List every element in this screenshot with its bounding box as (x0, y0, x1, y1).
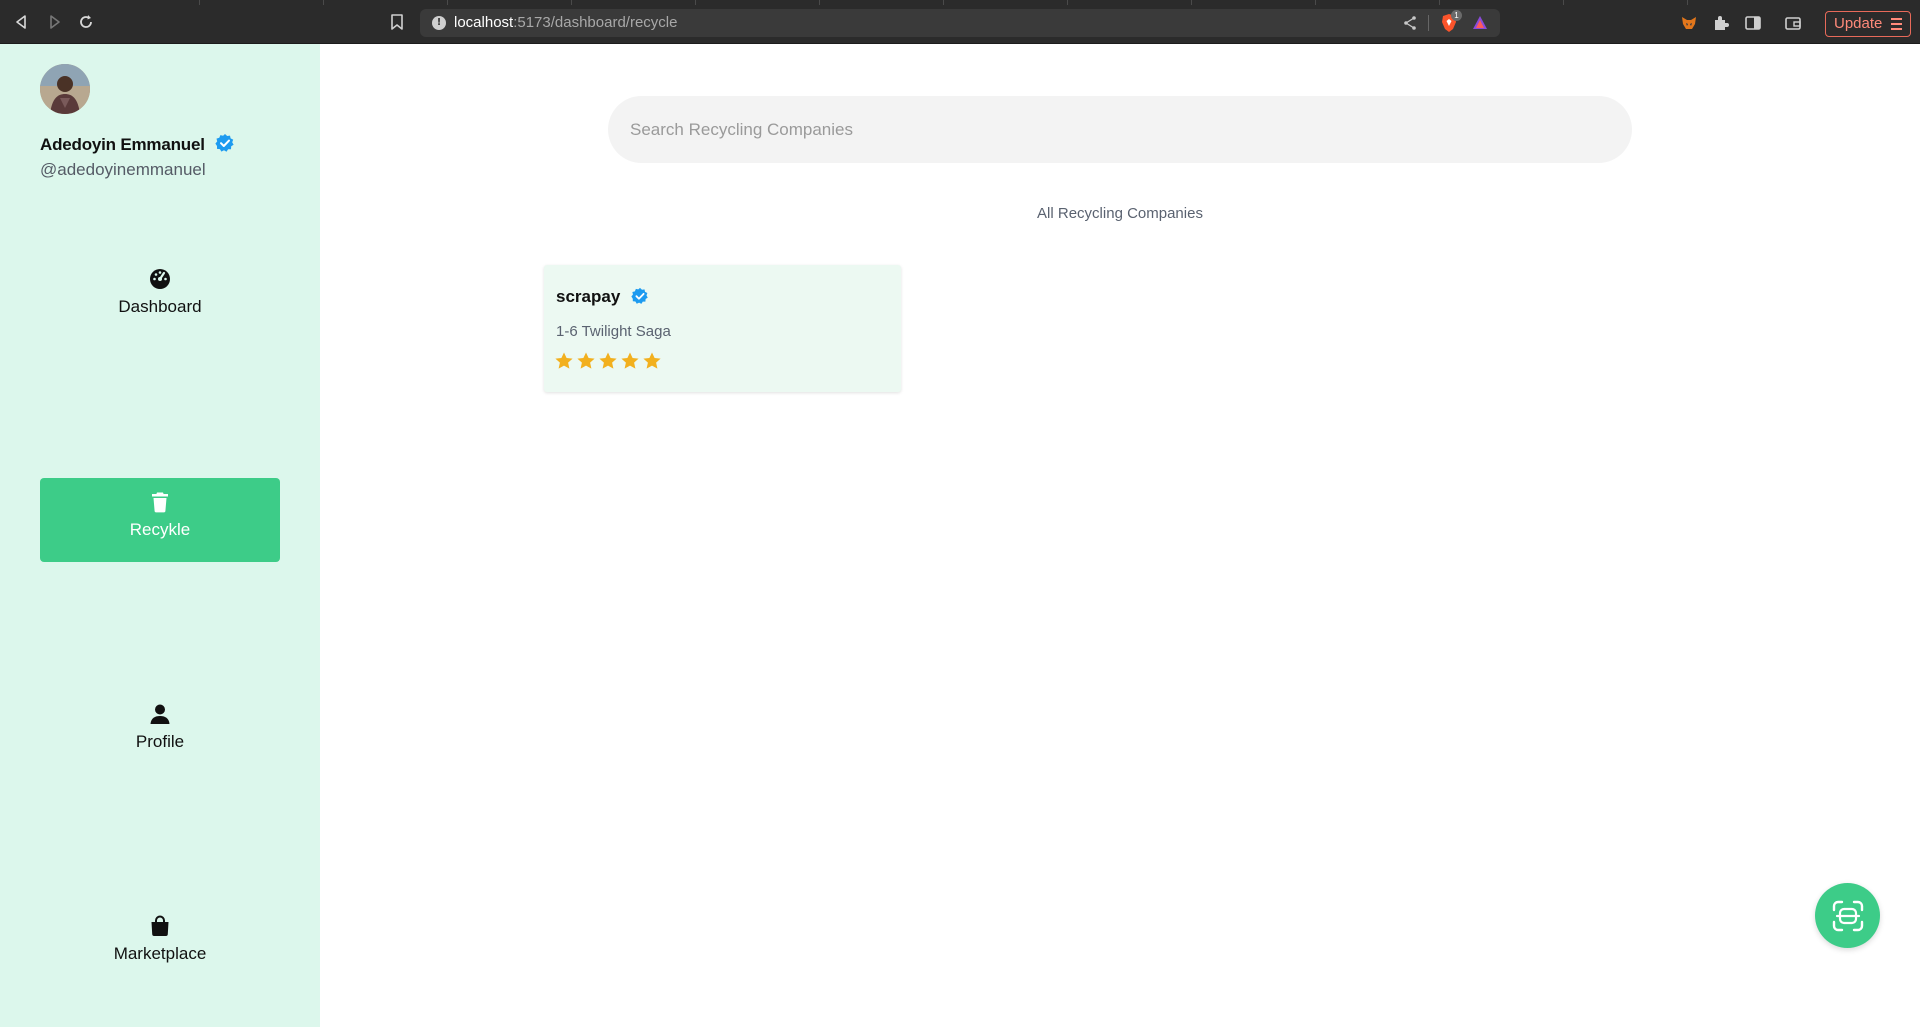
user-icon (150, 704, 170, 724)
browser-tab[interactable] (572, 0, 696, 5)
sidebar-item-label: Dashboard (118, 297, 202, 316)
forward-button[interactable] (44, 12, 64, 32)
divider (1428, 15, 1429, 31)
verified-badge-icon (631, 287, 648, 304)
browser-tab[interactable] (0, 0, 200, 5)
shields-count-badge: 1 (1451, 10, 1462, 21)
section-title: All Recycling Companies (1037, 205, 1203, 222)
share-icon[interactable] (1402, 15, 1418, 31)
reload-button[interactable] (76, 12, 96, 32)
avatar-photo (40, 64, 90, 114)
star-icon (621, 352, 639, 369)
browser-tab[interactable] (448, 0, 572, 5)
sidebar-item-marketplace[interactable]: Marketplace (40, 902, 280, 986)
forward-icon (50, 15, 60, 29)
company-name-text: scrapay (556, 287, 621, 306)
star-icon (555, 352, 573, 369)
shopping-bag-icon (151, 915, 169, 936)
user-name-text: Adedoyin Emmanuel (40, 135, 205, 154)
browser-tab[interactable] (1440, 0, 1564, 5)
sidebar: Adedoyin Emmanuel @adedoyinemmanuel Dash… (0, 44, 320, 1027)
tab-strip (0, 0, 1920, 5)
browser-tab[interactable] (1068, 0, 1192, 5)
site-info-icon[interactable]: ! (432, 16, 446, 30)
sidebar-item-dashboard[interactable]: Dashboard (40, 255, 280, 339)
search-input[interactable] (608, 96, 1632, 163)
reload-icon (80, 15, 92, 28)
company-name[interactable]: scrapay (556, 287, 649, 307)
browser-tab[interactable] (944, 0, 1068, 5)
browser-tab-active[interactable] (1316, 0, 1440, 5)
brave-rewards-icon[interactable] (1472, 15, 1488, 31)
company-address: 1-6 Twilight Saga (556, 323, 671, 340)
browser-tab[interactable] (696, 0, 820, 5)
browser-tab[interactable] (200, 0, 324, 5)
company-card[interactable]: scrapay 1-6 Twilight Saga (544, 265, 901, 392)
star-rating (554, 351, 662, 371)
update-button[interactable]: Update (1825, 11, 1911, 37)
star-icon (643, 352, 661, 369)
metamask-fox-icon[interactable] (1680, 14, 1698, 32)
scan-button[interactable] (1815, 883, 1880, 948)
browser-tab[interactable] (1564, 0, 1688, 5)
trash-icon (152, 492, 168, 513)
user-handle: @adedoyinemmanuel (40, 160, 206, 179)
sidebar-item-label: Marketplace (113, 944, 207, 963)
avatar[interactable] (40, 64, 90, 114)
url-path: :5173/dashboard/recycle (513, 14, 678, 31)
verified-badge-icon (215, 134, 234, 152)
dashboard-gauge-icon (150, 269, 170, 289)
extensions-puzzle-icon[interactable] (1712, 14, 1730, 32)
user-name: Adedoyin Emmanuel (40, 133, 235, 155)
back-button[interactable] (12, 12, 32, 32)
sidebar-item-profile[interactable]: Profile (40, 690, 280, 774)
scan-icon (1832, 900, 1863, 931)
bookmark-icon[interactable] (390, 14, 404, 30)
url-host: localhost (454, 14, 514, 31)
browser-tab[interactable] (324, 0, 448, 5)
star-icon (599, 352, 617, 369)
sidebar-item-recykle[interactable]: Recykle (40, 478, 280, 562)
menu-icon (1891, 18, 1902, 30)
browser-tab[interactable] (820, 0, 944, 5)
sidebar-toggle-icon[interactable] (1744, 14, 1762, 32)
back-icon (16, 15, 26, 29)
browser-tab[interactable] (1192, 0, 1316, 5)
url-text[interactable]: localhost:5173/dashboard/recycle (454, 14, 677, 31)
browser-toolbar: ! localhost:5173/dashboard/recycle 1 Upd… (0, 0, 1920, 44)
wallet-icon[interactable] (1784, 14, 1802, 32)
sidebar-item-label: Recykle (129, 520, 191, 539)
sidebar-item-label: Profile (135, 732, 185, 751)
update-label: Update (1834, 15, 1883, 32)
address-bar[interactable]: ! localhost:5173/dashboard/recycle 1 (420, 9, 1500, 37)
star-icon (577, 352, 595, 369)
